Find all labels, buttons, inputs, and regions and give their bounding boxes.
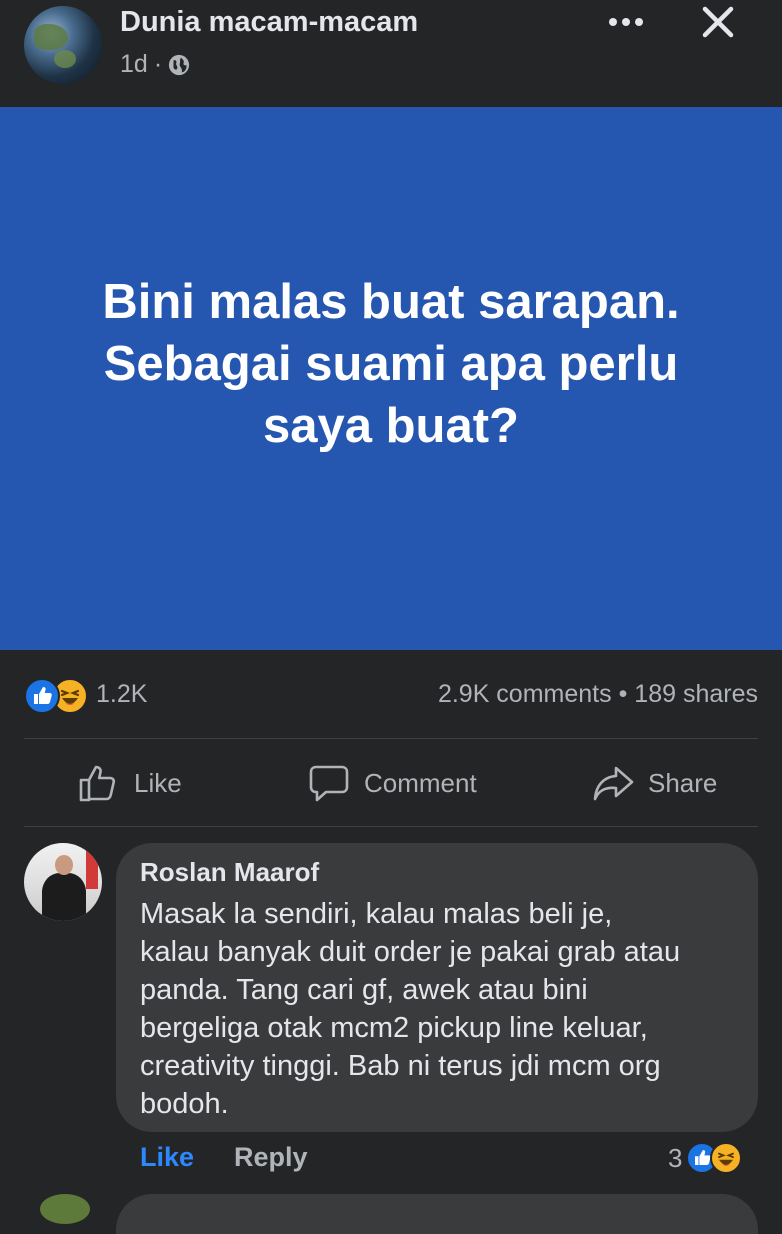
comment-line: Masak la sendiri, kalau malas beli je, — [140, 898, 613, 930]
next-commenter-avatar[interactable] — [40, 1194, 90, 1224]
more-options-button[interactable] — [604, 4, 648, 40]
comment-like-button[interactable]: Like — [140, 1142, 194, 1173]
comment-reply-button[interactable]: Reply — [234, 1142, 308, 1173]
text-post-line: Sebagai suami apa perlu — [103, 336, 679, 391]
divider — [24, 738, 758, 739]
page-name[interactable]: Dunia macam-macam — [120, 6, 418, 39]
like-reaction-icon — [24, 678, 60, 714]
share-icon — [593, 766, 634, 801]
comment-line: bodoh. — [140, 1088, 229, 1120]
comment-line: creativity tinggi. Bab ni terus jdi mcm … — [140, 1050, 661, 1082]
reactions-summary: 1.2K 2.9K comments • 189 shares — [0, 660, 782, 730]
comment-author[interactable]: Roslan Maarof — [140, 857, 319, 888]
like-label: Like — [134, 767, 182, 798]
comment-line: kalau banyak duit order je pakai grab at… — [140, 936, 681, 968]
text-post-line: Bini malas buat sarapan. — [102, 274, 680, 329]
page-avatar[interactable] — [24, 6, 102, 84]
post-meta: 1d · — [120, 50, 190, 79]
reaction-icons[interactable] — [24, 678, 94, 714]
divider — [24, 826, 758, 827]
engagement-stats: 2.9K comments • 189 shares — [438, 680, 758, 709]
like-button[interactable]: Like — [78, 740, 182, 826]
comment-line: bergeliga otak mcm2 pickup line keluar, — [140, 1012, 648, 1044]
post-time[interactable]: 1d — [120, 50, 148, 79]
more-horizontal-icon — [609, 18, 643, 26]
comment-line: panda. Tang cari gf, awek atau bini — [140, 974, 588, 1006]
comment-actions: Like Reply — [140, 1142, 308, 1173]
post-action-bar: Like Comment Share — [0, 740, 782, 826]
close-icon — [702, 6, 734, 38]
meta-separator: · — [153, 50, 163, 78]
post-header: Dunia macam-macam 1d · — [0, 0, 782, 107]
next-comment-bubble[interactable] — [116, 1194, 758, 1234]
comment-reaction-count: 3 — [668, 1142, 683, 1173]
comment-label: Comment — [364, 767, 477, 798]
haha-reaction-icon — [710, 1142, 743, 1174]
text-post-line: saya buat? — [263, 398, 519, 453]
comment-text: Masak la sendiri, kalau malas beli je, k… — [140, 895, 740, 1123]
commenter-avatar[interactable] — [24, 843, 102, 921]
thumbs-up-icon — [79, 765, 116, 802]
reaction-count[interactable]: 1.2K — [96, 680, 147, 709]
share-count[interactable]: 189 shares — [634, 680, 758, 708]
comment-count[interactable]: 2.9K comments — [438, 680, 612, 708]
text-post-background[interactable]: Bini malas buat sarapan. Sebagai suami a… — [0, 107, 782, 650]
globe-icon — [169, 54, 190, 75]
close-button[interactable] — [696, 0, 740, 44]
comment-button[interactable]: Comment — [308, 740, 477, 826]
comment-reactions[interactable]: 3 — [668, 1140, 743, 1176]
text-post-content: Bini malas buat sarapan. Sebagai suami a… — [41, 271, 741, 457]
stats-separator: • — [618, 680, 628, 708]
comment-bubble[interactable]: Roslan Maarof Masak la sendiri, kalau ma… — [116, 843, 758, 1132]
comment-icon — [309, 765, 349, 802]
share-button[interactable]: Share — [592, 740, 717, 826]
share-label: Share — [648, 767, 718, 798]
